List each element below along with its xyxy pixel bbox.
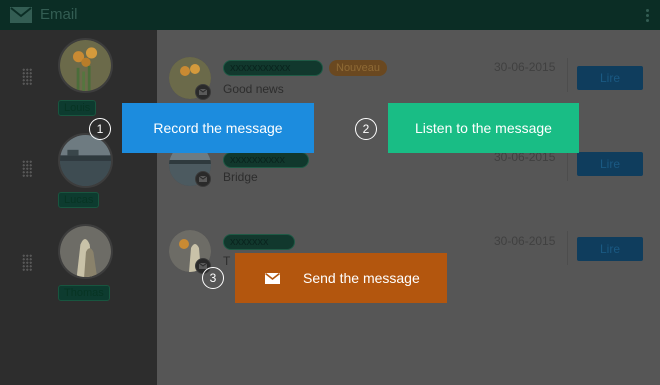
message-list: xxxxxxxxxxx Nouveau Good news 30-06-2015… xyxy=(157,30,660,385)
avatar xyxy=(58,38,113,93)
avatar xyxy=(58,224,113,279)
sender-name: xxxxxxx xyxy=(223,234,295,250)
contact-name: Lucas xyxy=(58,192,100,208)
drag-handle-icon[interactable] xyxy=(22,254,32,272)
contact-name: Thomas xyxy=(58,285,110,301)
send-message-button[interactable]: Send the message xyxy=(235,253,447,303)
read-button[interactable]: Lire xyxy=(577,237,643,261)
mail-icon xyxy=(10,7,32,23)
email-app: Email Louis Lucas Thomas xxxxxxxxxxx Nou… xyxy=(0,0,660,385)
sender-name: xxxxxxxxxx xyxy=(223,152,309,168)
drag-handle-icon[interactable] xyxy=(22,160,32,178)
divider xyxy=(567,58,568,92)
mail-badge-icon xyxy=(195,84,211,100)
contacts-sidebar: Louis Lucas Thomas xyxy=(0,30,157,385)
message-subject: T xyxy=(223,254,231,268)
step-1-marker: 1 xyxy=(89,118,111,140)
message-subject: Good news xyxy=(223,82,284,96)
mail-badge-icon xyxy=(195,171,211,187)
step-3-marker: 3 xyxy=(202,267,224,289)
read-button[interactable]: Lire xyxy=(577,66,643,90)
message-date: 30-06-2015 xyxy=(494,234,556,248)
more-options-icon[interactable] xyxy=(646,9,650,23)
top-bar: Email xyxy=(0,0,660,30)
drag-handle-icon[interactable] xyxy=(22,68,32,86)
mail-icon xyxy=(265,273,280,284)
sender-name: xxxxxxxxxxx xyxy=(223,60,323,76)
listen-message-button[interactable]: Listen to the message xyxy=(388,103,579,153)
avatar xyxy=(58,133,113,188)
read-button[interactable]: Lire xyxy=(577,152,643,176)
divider xyxy=(567,231,568,265)
send-message-label: Send the message xyxy=(303,270,420,286)
message-date: 30-06-2015 xyxy=(494,60,556,74)
step-2-marker: 2 xyxy=(355,118,377,140)
contact-name: Louis xyxy=(58,100,97,116)
record-message-button[interactable]: Record the message xyxy=(122,103,314,153)
app-title: Email xyxy=(40,6,78,23)
message-subject: Bridge xyxy=(223,170,258,184)
new-badge: Nouveau xyxy=(329,60,388,76)
contact-item-thomas[interactable]: Thomas xyxy=(0,218,157,308)
